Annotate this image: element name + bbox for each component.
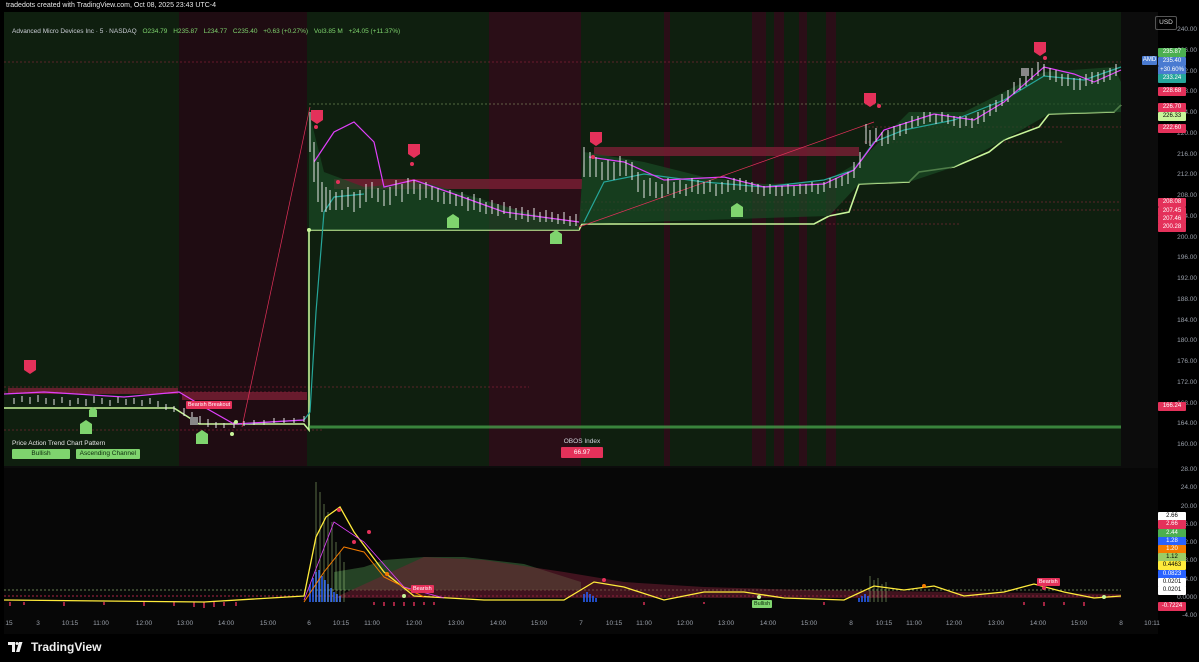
bearish-label: Bearish	[1037, 578, 1060, 586]
open-value: O234.79	[142, 28, 168, 35]
time-tick: 14:00	[1029, 620, 1047, 627]
price-tick: 200.00	[1177, 233, 1197, 241]
price-tag: 166.24	[1158, 402, 1186, 411]
time-tick: 14:00	[489, 620, 507, 627]
price-tag: 228.68	[1158, 87, 1186, 96]
price-tick: 212.00	[1177, 171, 1197, 179]
indicator-tick: -4.00	[1182, 612, 1197, 619]
price-tick: 184.00	[1177, 316, 1197, 324]
price-action-table: Price Action Trend Chart Pattern Bullish…	[12, 440, 140, 459]
time-tick: 10:15	[61, 620, 79, 627]
time-tick: 14:00	[217, 620, 235, 627]
time-tick: 15	[5, 620, 13, 627]
time-tick: 10:11	[1144, 620, 1160, 627]
time-tick: 14:00	[759, 620, 777, 627]
volume-value: Vol3.85 M	[313, 28, 343, 35]
indicator-tag: 0.4463	[1158, 561, 1186, 570]
price-chart[interactable]	[4, 12, 1158, 634]
bullish-label: Bullish	[752, 600, 773, 608]
bearish-label: Bearish	[411, 585, 434, 593]
brand-name: TradingView	[31, 640, 102, 654]
time-tick: 13:00	[176, 620, 194, 627]
symbol-name[interactable]: Advanced Micro Devices Inc · 5 · NASDAQ	[12, 28, 137, 35]
price-tag: 208.08	[1158, 198, 1186, 207]
time-tick: 12:00	[945, 620, 963, 627]
volume-change-value: +24.05 (+11.37%)	[348, 28, 401, 35]
tradingview-logo-icon	[8, 642, 23, 652]
time-tick: 12:00	[405, 620, 423, 627]
time-tick: 3	[36, 620, 40, 627]
price-tick: 216.00	[1177, 150, 1197, 158]
time-tick: 8	[1119, 620, 1123, 627]
pa-trend-header: Price Action Trend	[12, 440, 65, 447]
time-tick: 10:15	[605, 620, 623, 627]
obos-index-box: OBOS Index 66.97	[561, 438, 603, 458]
time-tick: 11:00	[93, 620, 109, 627]
obos-label: OBOS Index	[563, 438, 601, 445]
price-tick: 180.00	[1177, 337, 1197, 345]
indicator-tag: 0.0201	[1158, 586, 1186, 595]
bearish-breakout-label: Bearish Breakout	[186, 401, 233, 409]
low-value: L234.77	[203, 28, 228, 35]
time-tick: 7	[579, 620, 583, 627]
symbol-legend[interactable]: Advanced Micro Devices Inc · 5 · NASDAQ …	[12, 26, 404, 38]
price-tick: 192.00	[1177, 275, 1197, 282]
price-tick: 188.00	[1177, 295, 1197, 303]
price-tag: 222.60	[1158, 124, 1186, 133]
price-tick: 172.00	[1177, 378, 1197, 386]
time-tick: 11:00	[636, 620, 652, 627]
time-tick: 13:00	[987, 620, 1005, 627]
time-tick: 11:00	[906, 620, 922, 627]
price-tag: 233.24	[1158, 74, 1186, 83]
time-tick: 13:00	[717, 620, 735, 627]
high-value: H235.87	[173, 28, 198, 35]
time-tick: 10:15	[332, 620, 350, 627]
time-tick: 12:00	[135, 620, 153, 627]
time-tick: 10:15	[875, 620, 893, 627]
tradingview-logo[interactable]: TradingView	[8, 640, 101, 654]
footer: TradingView	[0, 634, 1199, 662]
price-tag: 235.87	[1158, 48, 1186, 57]
time-tick: 15:00	[1070, 620, 1088, 627]
time-tick: 15:00	[800, 620, 818, 627]
pa-pattern-header: Chart Pattern	[66, 440, 106, 447]
time-tick: 13:00	[447, 620, 465, 627]
obos-value: 66.97	[561, 447, 603, 458]
price-tag: 226.33	[1158, 112, 1186, 121]
indicator-tick: 24.00	[1180, 484, 1197, 492]
indicator-tick: 28.00	[1180, 466, 1197, 473]
indicator-tag: -0.7224	[1158, 602, 1186, 611]
price-tick: 240.00	[1177, 26, 1197, 33]
time-tick: 6	[307, 620, 311, 627]
indicator-tag: 2.66	[1158, 520, 1186, 529]
price-tag: 235.40	[1158, 57, 1186, 66]
price-tick: 196.00	[1177, 254, 1197, 262]
price-tick: 160.00	[1177, 441, 1197, 448]
change-value: +0.63 (+0.27%)	[263, 28, 309, 35]
time-tick: 12:00	[676, 620, 694, 627]
price-tag: 226.70	[1158, 103, 1186, 112]
time-tick: 8	[849, 620, 853, 627]
pa-pattern-value: Ascending Channel	[75, 449, 140, 459]
time-tick: 11:00	[364, 620, 380, 627]
close-value: C235.40	[232, 28, 258, 35]
pa-trend-value: Bullish	[12, 449, 70, 459]
chart-frame[interactable]: Advanced Micro Devices Inc · 5 · NASDAQ …	[4, 12, 1160, 634]
price-tick: 164.00	[1177, 420, 1197, 428]
indicator-tick: 20.00	[1180, 502, 1197, 510]
time-tick: 15:00	[259, 620, 277, 627]
price-tick: 176.00	[1177, 358, 1197, 365]
export-caption: tradedots created with TradingView.com, …	[6, 2, 216, 9]
time-tick: 15:00	[530, 620, 548, 627]
price-tag: 200.28	[1158, 223, 1186, 232]
symbol-tag: AMD	[1142, 56, 1157, 65]
time-axis[interactable]: 15 3 10:15 11:00 12:00 13:00 14:00 15:00 6 10:15 1…	[4, 618, 1160, 632]
